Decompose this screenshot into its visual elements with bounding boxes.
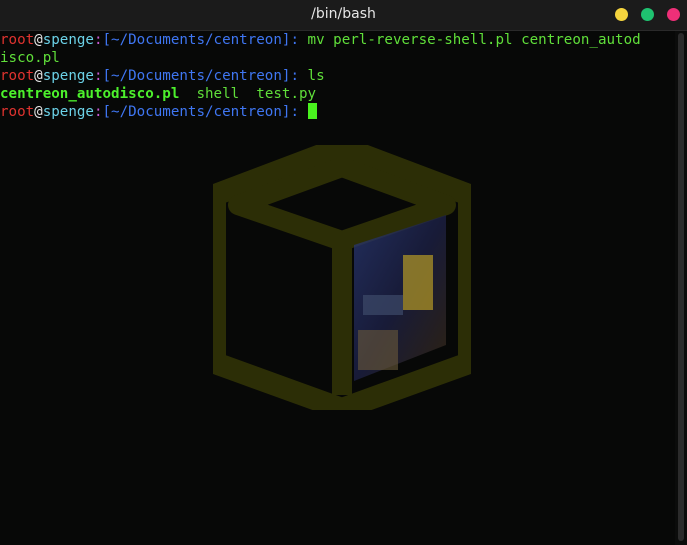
- prompt-host: spenge: [42, 68, 94, 84]
- scrollbar-thumb[interactable]: [678, 33, 684, 541]
- terminal-window: /bin/bash root@spenge:[~/Documents/centr…: [0, 0, 687, 545]
- prompt-host: spenge: [42, 104, 94, 120]
- prompt-suffix: :: [290, 68, 308, 84]
- maximize-button[interactable]: [641, 8, 654, 21]
- ls-output: centreon_autodisco.pl shell test.py: [0, 85, 675, 103]
- close-button[interactable]: [667, 8, 680, 21]
- command-text: ls: [307, 68, 325, 84]
- prompt-line: root@spenge:[~/Documents/centreon]: mv p…: [0, 31, 675, 49]
- scrollbar[interactable]: [675, 31, 687, 545]
- window-title: /bin/bash: [311, 6, 376, 22]
- prompt-at: @: [34, 68, 43, 84]
- prompt-colon: :: [93, 104, 103, 120]
- prompt-user: root: [0, 32, 35, 48]
- prompt-at: @: [34, 104, 43, 120]
- terminal-cursor[interactable]: [307, 103, 317, 119]
- prompt-path: [~/Documents/centreon]: [102, 68, 291, 84]
- prompt-path: [~/Documents/centreon]: [102, 32, 291, 48]
- current-prompt: root@spenge:[~/Documents/centreon]:: [0, 103, 675, 121]
- prompt-path: [~/Documents/centreon]: [102, 104, 291, 120]
- minimize-button[interactable]: [615, 8, 628, 21]
- command-wrap: isco.pl: [0, 50, 60, 66]
- prompt-line: root@spenge:[~/Documents/centreon]: ls: [0, 67, 675, 85]
- prompt-user: root: [0, 68, 35, 84]
- prompt-suffix: :: [290, 32, 308, 48]
- prompt-user: root: [0, 104, 35, 120]
- executable-file: centreon_autodisco.pl: [0, 86, 180, 102]
- prompt-colon: :: [93, 32, 103, 48]
- directory-entry: shell: [196, 86, 240, 102]
- command-text: mv perl-reverse-shell.pl centreon_autod: [307, 32, 641, 48]
- prompt-host: spenge: [42, 32, 94, 48]
- prompt-at: @: [34, 32, 43, 48]
- prompt-suffix: :: [290, 104, 299, 120]
- title-bar: /bin/bash: [0, 0, 687, 31]
- terminal-output[interactable]: root@spenge:[~/Documents/centreon]: mv p…: [0, 31, 675, 545]
- file-entry: test.py: [256, 86, 317, 102]
- prompt-colon: :: [93, 68, 103, 84]
